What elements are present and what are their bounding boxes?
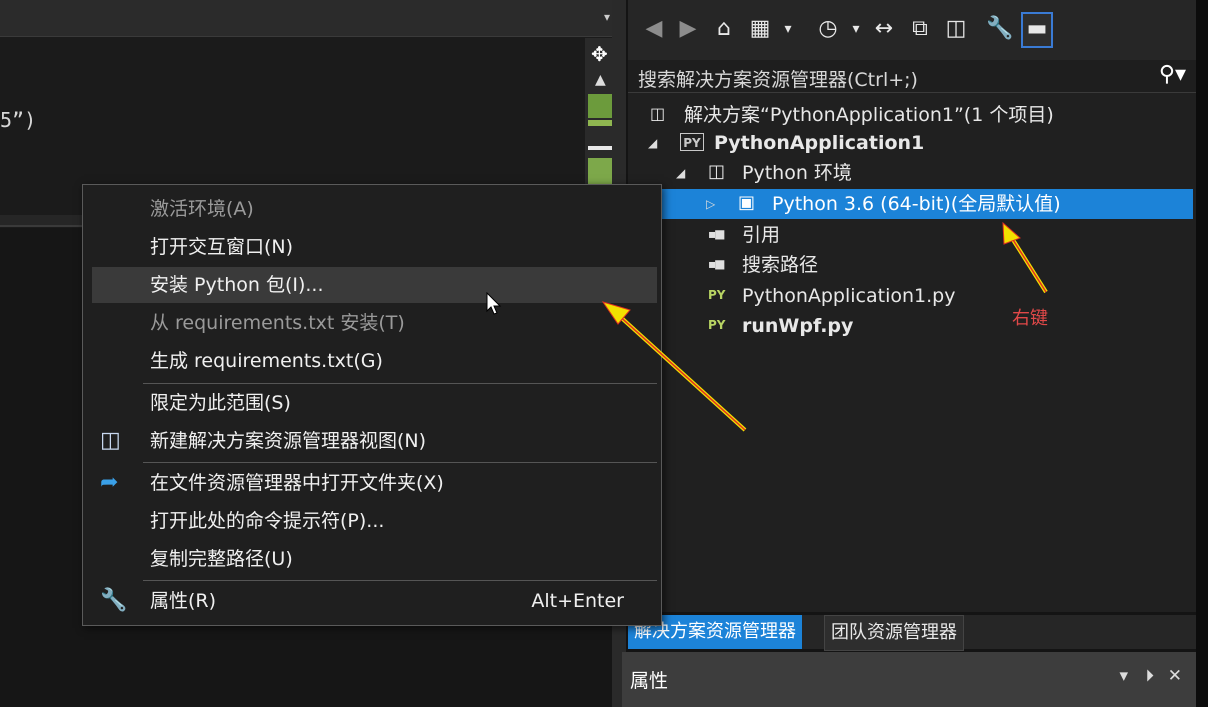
menu-separator	[143, 462, 657, 463]
pin-icon[interactable]: ⏵	[1146, 666, 1155, 686]
menu-item-scope-to-this[interactable]: 限定为此范围(S)	[92, 385, 657, 421]
menu-item-label: 在文件资源管理器中打开文件夹(X)	[150, 472, 444, 494]
scroll-marker	[588, 146, 614, 150]
menu-item-activate-environment[interactable]: 激活环境(A)	[92, 191, 657, 227]
menu-item-label: 新建解决方案资源管理器视图(N)	[150, 430, 427, 452]
tree-item-label: Python 环境	[742, 162, 852, 184]
tree-item-label: PythonApplication1	[714, 132, 925, 154]
menu-item-new-solution-explorer-view[interactable]: ◫ 新建解决方案资源管理器视图(N)	[92, 423, 657, 459]
scroll-marker	[588, 158, 614, 186]
scroll-marker	[588, 94, 614, 118]
solution-icon: ◫	[650, 104, 666, 123]
chevron-down-icon[interactable]: ▾	[1119, 666, 1128, 686]
properties-title: 属性	[630, 670, 669, 692]
menu-item-open-interactive-window[interactable]: 打开交互窗口(N)	[92, 229, 657, 265]
switch-views-icon[interactable]: ▦	[746, 14, 774, 44]
menu-item-install-from-requirements[interactable]: 从 requirements.txt 安装(T)	[92, 305, 657, 341]
chevron-down-icon[interactable]: ▾	[842, 14, 870, 44]
tree-item-python-environments[interactable]: ◢ ◫ Python 环境	[628, 158, 1193, 188]
tab-team-explorer[interactable]: 团队资源管理器	[824, 615, 964, 651]
expanded-arrow-icon[interactable]: ◢	[676, 158, 685, 188]
new-view-icon: ◫	[100, 428, 121, 453]
python-environment-icon: ▣	[738, 192, 756, 213]
home-icon[interactable]: ⌂	[710, 14, 738, 44]
tree-item-python-36-environment[interactable]: ▷ ▣ Python 3.6 (64-bit)(全局默认值)	[628, 189, 1193, 219]
chevron-down-icon[interactable]: ▾	[604, 10, 610, 24]
tree-item-label: 解决方案“PythonApplication1”(1 个项目)	[684, 104, 1054, 126]
sync-with-document-icon[interactable]: ↔	[870, 14, 898, 44]
editor-navigation-bar[interactable]: ▾	[0, 0, 620, 37]
menu-item-properties[interactable]: 🔧 属性(R) Alt+Enter	[92, 583, 657, 619]
solution-explorer-panel: ◀ ▶ ⌂ ▦ ▾ ◷ ▾ ↔ ⧉ ◫ 🔧 ▬ 搜索解决方案资源管理器(Ctrl…	[628, 0, 1196, 612]
show-all-files-icon[interactable]: ◫	[942, 14, 970, 44]
menu-item-label: 限定为此范围(S)	[150, 392, 291, 414]
environments-folder-icon: ◫	[708, 161, 726, 182]
mouse-cursor-icon	[486, 292, 502, 315]
menu-item-open-folder-in-explorer[interactable]: ➦ 在文件资源管理器中打开文件夹(X)	[92, 465, 657, 501]
menu-item-label: 安装 Python 包(I)...	[150, 274, 324, 296]
menu-item-label: 属性(R)	[150, 590, 217, 612]
scroll-marker	[588, 120, 614, 126]
tree-item-file[interactable]: PY PythonApplication1.py	[628, 281, 1193, 311]
search-placeholder: 搜索解决方案资源管理器(Ctrl+;)	[638, 69, 918, 91]
tree-item-solution[interactable]: ◫ 解决方案“PythonApplication1”(1 个项目)	[628, 100, 1193, 130]
tree-item-label: Python 3.6 (64-bit)(全局默认值)	[772, 193, 1061, 215]
tree-item-project[interactable]: ◢ PY PythonApplication1	[628, 128, 1193, 158]
annotation-right-click-label: 右键	[1012, 308, 1048, 329]
tree-item-label: PythonApplication1.py	[742, 285, 956, 307]
editor-divider-line	[0, 225, 95, 227]
tree-item-label: runWpf.py	[742, 315, 854, 337]
python-file-icon: PY	[708, 318, 726, 332]
tree-item-label: 搜索路径	[742, 254, 819, 276]
collapse-all-icon[interactable]: ⧉	[906, 14, 934, 44]
search-paths-icon: ▪■	[708, 257, 726, 271]
scroll-up-icon[interactable]: ▲	[595, 72, 606, 88]
collapsed-arrow-icon[interactable]: ▷	[706, 189, 715, 219]
split-window-icon[interactable]: ✥	[591, 42, 608, 66]
menu-item-label: 生成 requirements.txt(G)	[150, 350, 383, 372]
menu-item-generate-requirements[interactable]: 生成 requirements.txt(G)	[92, 343, 657, 379]
pending-changes-filter-icon[interactable]: ◷	[814, 14, 842, 44]
chevron-down-icon[interactable]: ▾	[774, 14, 802, 44]
references-icon: ▪■	[708, 227, 726, 241]
python-project-icon: PY	[680, 133, 704, 151]
menu-item-open-command-prompt[interactable]: 打开此处的命令提示符(P)...	[92, 503, 657, 539]
properties-window-header: 属性 ▾ ⏵ ✕	[622, 652, 1196, 707]
search-solution-explorer-input[interactable]: 搜索解决方案资源管理器(Ctrl+;) ⚲▾	[628, 60, 1196, 93]
window-edge	[1196, 0, 1208, 707]
solution-explorer-toolbar: ◀ ▶ ⌂ ▦ ▾ ◷ ▾ ↔ ⧉ ◫ 🔧 ▬	[628, 0, 1196, 60]
close-icon[interactable]: ✕	[1168, 666, 1182, 686]
menu-item-label: 打开交互窗口(N)	[150, 236, 294, 258]
menu-item-shortcut: Alt+Enter	[531, 590, 624, 612]
menu-item-copy-full-path[interactable]: 复制完整路径(U)	[92, 541, 657, 577]
search-icon[interactable]: ⚲▾	[1159, 62, 1186, 87]
menu-item-label: 激活环境(A)	[150, 198, 254, 220]
menu-separator	[143, 580, 657, 581]
menu-item-label: 从 requirements.txt 安装(T)	[150, 312, 405, 334]
menu-item-label: 打开此处的命令提示符(P)...	[150, 510, 385, 532]
forward-icon[interactable]: ▶	[674, 14, 702, 44]
tree-item-label: 引用	[742, 224, 781, 246]
menu-item-label: 复制完整路径(U)	[150, 548, 293, 570]
back-icon[interactable]: ◀	[640, 14, 668, 44]
open-folder-arrow-icon: ➦	[100, 470, 119, 495]
tree-item-search-paths[interactable]: ▪■ 搜索路径	[628, 250, 1193, 280]
tree-item-references[interactable]: ▪■ 引用	[628, 220, 1193, 250]
tool-window-tabs: 解决方案资源管理器 团队资源管理器	[628, 615, 1196, 651]
preview-selected-icon[interactable]: ▬	[1021, 12, 1053, 48]
menu-separator	[143, 383, 657, 384]
tree-item-file[interactable]: PY runWpf.py	[628, 311, 1193, 341]
expanded-arrow-icon[interactable]: ◢	[648, 128, 657, 158]
properties-wrench-icon[interactable]: 🔧	[986, 14, 1014, 44]
python-file-icon: PY	[708, 288, 726, 302]
menu-item-install-python-package[interactable]: 安装 Python 包(I)...	[92, 267, 657, 303]
code-line[interactable]: 5”)	[0, 108, 36, 132]
wrench-icon: 🔧	[100, 588, 128, 613]
context-menu: 激活环境(A) 打开交互窗口(N) 安装 Python 包(I)... 从 re…	[82, 184, 662, 626]
